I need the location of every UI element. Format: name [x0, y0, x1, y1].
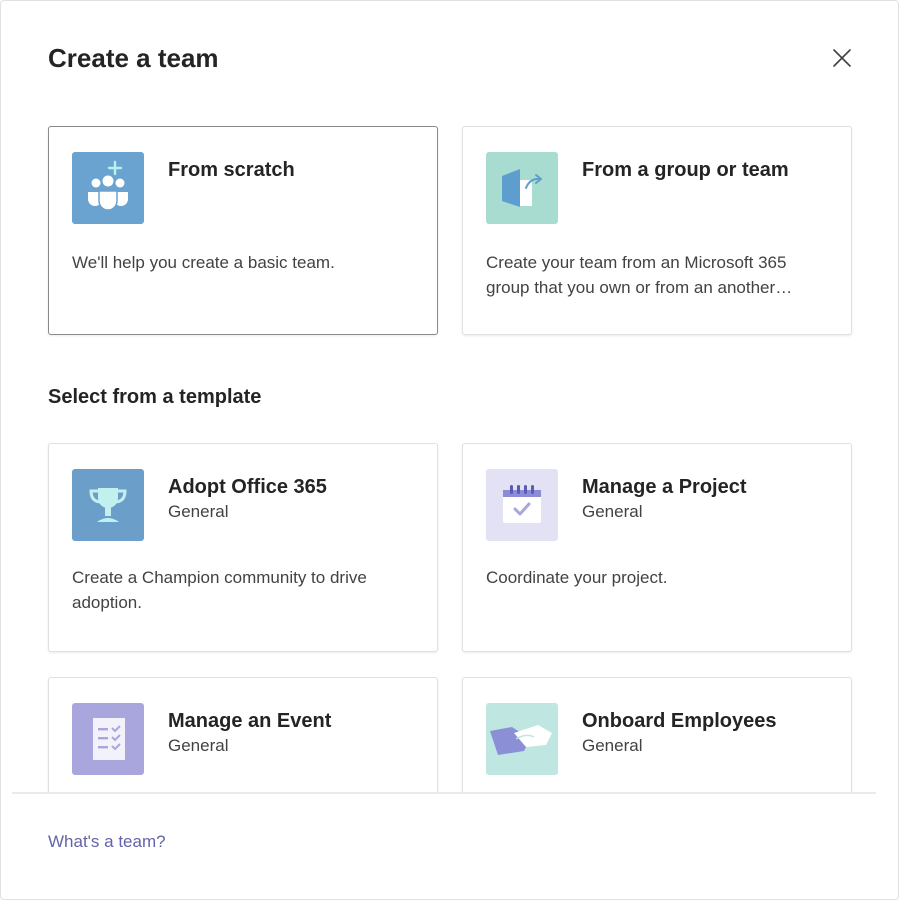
handshake-icon — [486, 703, 558, 775]
template-card-manage-project[interactable]: Manage a Project General Coordinate your… — [462, 443, 852, 652]
template-card-manage-event[interactable]: Manage an Event General — [48, 677, 438, 793]
option-title: From scratch — [168, 159, 295, 181]
group-arrow-icon — [486, 152, 558, 224]
template-subtitle: General — [168, 736, 229, 755]
template-subtitle: General — [168, 502, 229, 521]
checklist-icon — [72, 703, 144, 775]
footer-divider — [12, 792, 876, 794]
template-subtitle: General — [582, 736, 643, 755]
template-description: Create a Champion community to drive ado… — [72, 568, 367, 612]
people-add-icon — [72, 152, 144, 224]
templates-heading: Select from a template — [48, 386, 262, 408]
dialog-title: Create a team — [48, 43, 219, 73]
option-description: Create your team from an Microsoft 365 g… — [486, 253, 787, 297]
template-title: Adopt Office 365 — [168, 476, 327, 498]
template-description: Coordinate your project. — [486, 568, 668, 587]
close-button[interactable] — [825, 41, 859, 75]
template-title: Onboard Employees — [582, 710, 777, 732]
template-title: Manage an Event — [168, 710, 332, 732]
option-card-from-scratch[interactable]: From scratch We'll help you create a bas… — [48, 126, 438, 335]
template-subtitle: General — [582, 502, 643, 521]
trophy-icon — [72, 469, 144, 541]
create-team-dialog: Create a team From scratch We'll help yo… — [0, 0, 899, 900]
close-icon — [833, 49, 851, 67]
template-card-adopt-office[interactable]: Adopt Office 365 General Create a Champi… — [48, 443, 438, 652]
calendar-check-icon — [486, 469, 558, 541]
whats-a-team-link[interactable]: What's a team? — [48, 830, 166, 854]
dialog-scroll-area[interactable]: Create a team From scratch We'll help yo… — [1, 1, 898, 793]
template-card-onboard-employees[interactable]: Onboard Employees General — [462, 677, 852, 793]
option-title: From a group or team — [582, 159, 789, 181]
option-card-from-group[interactable]: From a group or team Create your team fr… — [462, 126, 852, 335]
option-description: We'll help you create a basic team. — [72, 253, 335, 272]
template-title: Manage a Project — [582, 476, 747, 498]
